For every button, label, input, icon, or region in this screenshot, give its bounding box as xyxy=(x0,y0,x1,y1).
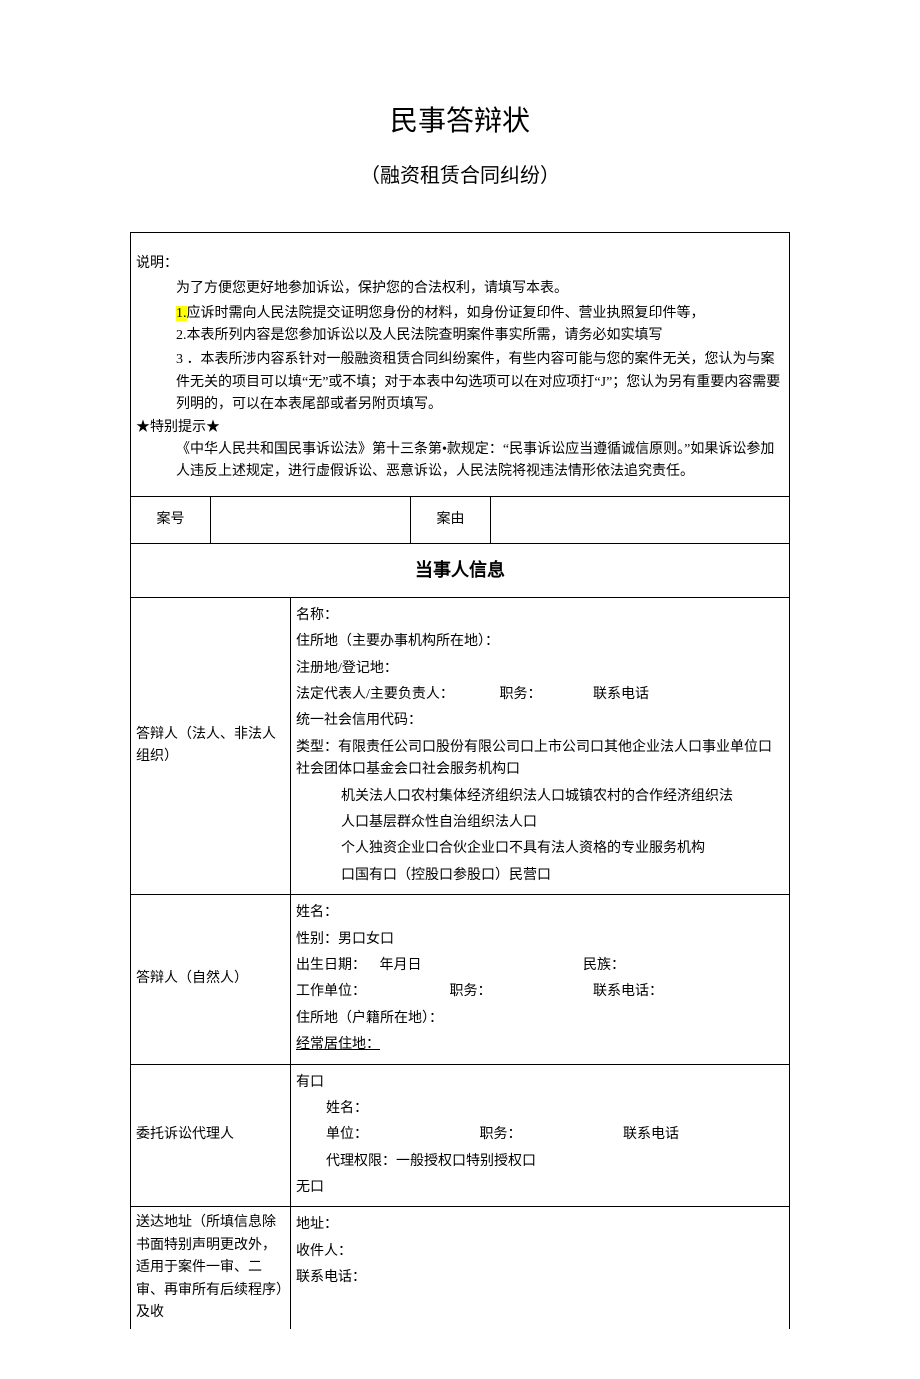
doc-title: 民事答辩状 xyxy=(130,100,790,145)
agent-name[interactable]: 姓名： xyxy=(296,1096,784,1122)
case-row: 案号 案由 xyxy=(131,497,789,544)
org-position[interactable]: 职务： xyxy=(500,684,590,706)
respondent-org-fields: 名称： 住所地（主要办事机构所在地）： 注册地/登记地： 法定代表人/主要负责人… xyxy=(291,598,789,894)
delivery-label: 送达地址（所填信息除书面特别声明更改外，适用于案件一审、二审、再审所有后续程序）… xyxy=(131,1207,291,1329)
doc-subtitle: （融资租赁合同纠纷） xyxy=(130,160,790,192)
person-work-line: 工作单位： 职务： 联系电话： xyxy=(296,979,784,1005)
agent-none[interactable]: 无口 xyxy=(296,1175,784,1201)
org-domicile[interactable]: 住所地（主要办事机构所在地）： xyxy=(296,629,784,655)
delivery-recipient[interactable]: 收件人： xyxy=(296,1239,784,1265)
respondent-org-label: 答辩人（法人、非法人组织） xyxy=(131,598,291,894)
delivery-row: 送达地址（所填信息除书面特别声明更改外，适用于案件一审、二审、再审所有后续程序）… xyxy=(131,1207,789,1329)
instructions-block: 说明： 为了方便您更好地参加诉讼，保护您的合法权利，请填写本表。 1.应诉时需向… xyxy=(131,233,789,497)
section-party-heading: 当事人信息 xyxy=(131,544,789,598)
person-dob-label: 出生日期： xyxy=(296,955,376,977)
instructions-intro: 为了方便您更好地参加诉讼，保护您的合法权利，请填写本表。 xyxy=(176,278,784,300)
person-ethnicity[interactable]: 民族： xyxy=(583,955,625,977)
org-type-opts1[interactable]: 有限责任公司口股份有限公司口上市公司口其他企业法人口事业单位口社会团体口基金会口… xyxy=(296,740,772,777)
tip-body: 《中华人民共和国民事诉讼法》第十三条第•款规定：“民事诉讼应当遵循诚信原则。”如… xyxy=(176,439,784,484)
agent-label: 委托诉讼代理人 xyxy=(131,1065,291,1207)
agent-unit-line: 单位： 职务： 联系电话 xyxy=(296,1122,784,1148)
org-uscc[interactable]: 统一社会信用代码： xyxy=(296,708,784,734)
agent-authority[interactable]: 代理权限：一般授权口特别授权口 xyxy=(296,1149,784,1175)
org-registered[interactable]: 注册地/登记地： xyxy=(296,656,784,682)
delivery-phone[interactable]: 联系电话： xyxy=(296,1265,784,1291)
agent-position[interactable]: 职务： xyxy=(480,1124,620,1146)
org-rep-line: 法定代表人/主要负责人： 职务： 联系电话 xyxy=(296,682,784,708)
org-type-line: 类型：有限责任公司口股份有限公司口上市公司口其他企业法人口事业单位口社会团体口基… xyxy=(296,735,784,784)
case-no-label: 案号 xyxy=(131,497,211,543)
org-name[interactable]: 名称： xyxy=(296,603,784,629)
point1-text: 应诉时需向人民法院提交证明您身份的材料，如身份证复印件、营业执照复印件等， xyxy=(187,306,705,321)
org-legal-rep[interactable]: 法定代表人/主要负责人： xyxy=(296,684,496,706)
instructions-point3: 3 ．本表所涉内容系针对一般融资租赁合同纠纷案件，有些内容可能与您的案件无关，您… xyxy=(136,349,784,416)
respondent-person-row: 答辩人（自然人） 姓名： 性别：男口女口 出生日期： 年月日 民族： 工作单位：… xyxy=(131,895,789,1064)
org-type-opts2[interactable]: 机关法人口农村集体经济组织法人口城镇农村的合作经济组织法 xyxy=(296,784,784,810)
tip-heading: ★特别提示★ xyxy=(136,417,784,439)
person-gender[interactable]: 性别：男口女口 xyxy=(296,927,784,953)
respondent-person-fields: 姓名： 性别：男口女口 出生日期： 年月日 民族： 工作单位： 职务： 联系电话… xyxy=(291,895,789,1063)
instructions-heading: 说明： xyxy=(136,253,784,275)
instructions-point2: 2.本表所列内容是您参加诉讼以及人民法院查明案件事实所需，请务必如实填写 xyxy=(176,325,784,347)
person-employer[interactable]: 工作单位： xyxy=(296,981,446,1003)
agent-unit[interactable]: 单位： xyxy=(326,1124,476,1146)
org-type-opts4[interactable]: 个人独资企业口合伙企业口不具有法人资格的专业服务机构 xyxy=(296,836,784,862)
delivery-fields: 地址： 收件人： 联系电话： xyxy=(291,1207,789,1329)
org-type-opts3[interactable]: 人口基层群众性自治组织法人口 xyxy=(296,810,784,836)
person-position[interactable]: 职务： xyxy=(450,981,590,1003)
form-container: 说明： 为了方便您更好地参加诉讼，保护您的合法权利，请填写本表。 1.应诉时需向… xyxy=(130,232,790,1330)
delivery-address[interactable]: 地址： xyxy=(296,1212,784,1238)
person-domicile[interactable]: 住所地（户籍所在地）： xyxy=(296,1006,784,1032)
org-phone[interactable]: 联系电话 xyxy=(593,684,649,706)
agent-fields: 有口 姓名： 单位： 职务： 联系电话 代理权限：一般授权口特别授权口 无口 xyxy=(291,1065,789,1207)
agent-phone[interactable]: 联系电话 xyxy=(623,1124,679,1146)
org-type-opts5[interactable]: 口国有口（控股口参股口）民营口 xyxy=(296,863,784,889)
respondent-person-label: 答辩人（自然人） xyxy=(131,895,291,1063)
case-cause-label: 案由 xyxy=(411,497,491,543)
respondent-org-row: 答辩人（法人、非法人组织） 名称： 住所地（主要办事机构所在地）： 注册地/登记… xyxy=(131,598,789,895)
person-name[interactable]: 姓名： xyxy=(296,900,784,926)
person-dob-value[interactable]: 年月日 xyxy=(380,955,580,977)
person-dob-line: 出生日期： 年月日 民族： xyxy=(296,953,784,979)
case-cause-value[interactable] xyxy=(491,497,789,543)
agent-row: 委托诉讼代理人 有口 姓名： 单位： 职务： 联系电话 代理权限：一般授权口特别… xyxy=(131,1065,789,1208)
highlight-1: 1. xyxy=(176,306,187,321)
person-residence[interactable]: 经常居住地： xyxy=(296,1032,784,1058)
instructions-point1: 1.应诉时需向人民法院提交证明您身份的材料，如身份证复印件、营业执照复印件等， xyxy=(176,303,784,325)
case-no-value[interactable] xyxy=(211,497,411,543)
person-phone[interactable]: 联系电话： xyxy=(593,981,663,1003)
org-type-label: 类型： xyxy=(296,740,338,755)
agent-has[interactable]: 有口 xyxy=(296,1070,784,1096)
